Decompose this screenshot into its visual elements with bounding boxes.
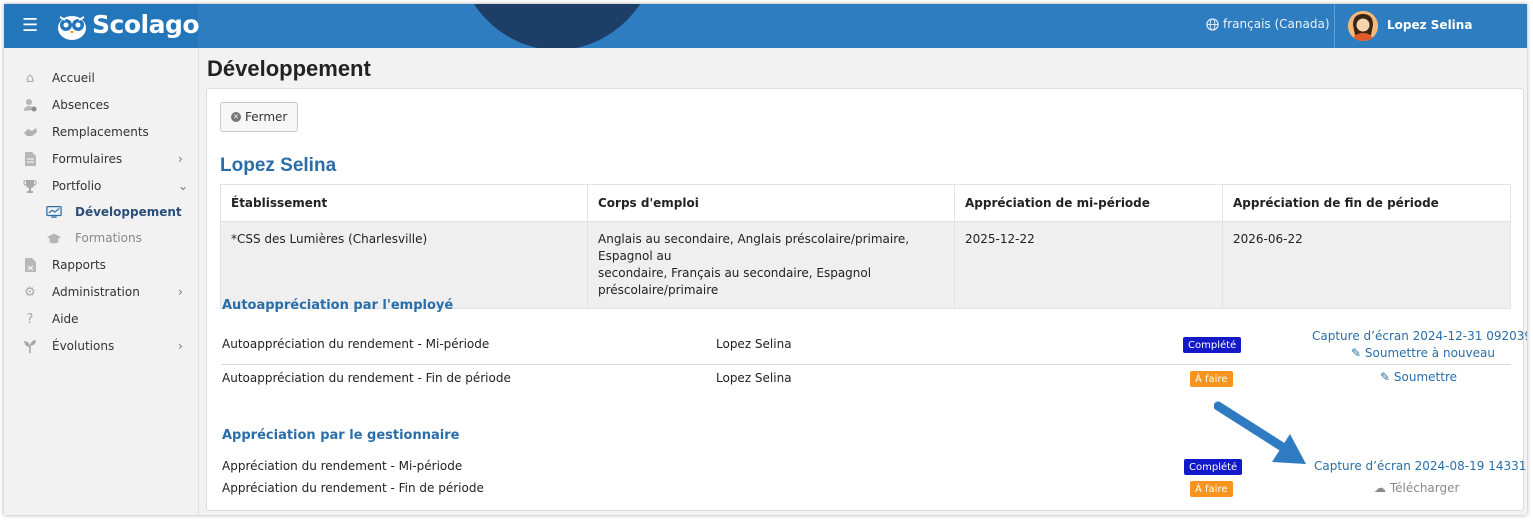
language-label: français (Canada) bbox=[1223, 17, 1330, 31]
sidebar-item-label: Administration bbox=[52, 285, 140, 299]
sidebar-item-label: Rapports bbox=[52, 258, 106, 272]
handshake-icon bbox=[22, 124, 38, 140]
appraisal-label: Appréciation du rendement - Mi-période bbox=[222, 459, 463, 473]
gear-icon: ⚙ bbox=[24, 284, 36, 300]
edit-icon: ✎ bbox=[1380, 370, 1391, 384]
resubmit-link[interactable]: ✎ Soumettre à nouveau bbox=[1351, 346, 1495, 360]
section-title-manager: Appréciation par le gestionnaire bbox=[222, 428, 460, 443]
sidebar-item-formations[interactable]: Formations bbox=[4, 225, 198, 251]
column-header: Appréciation de mi-période bbox=[954, 184, 1223, 222]
sidebar-item-label: Aide bbox=[52, 312, 79, 326]
status-badge: À faire bbox=[1190, 371, 1233, 387]
header-decoration bbox=[452, 4, 662, 48]
table-cell: *CSS des Lumières (Charlesville) bbox=[220, 221, 588, 309]
submit-label: Soumettre bbox=[1393, 370, 1457, 384]
user-avatar-icon bbox=[1348, 11, 1378, 41]
corps-line: secondaire, Français au secondaire, Espa… bbox=[598, 266, 872, 297]
page-title: Développement bbox=[207, 56, 371, 81]
sidebar-item-portfolio[interactable]: Portfolio ⌄ bbox=[4, 173, 198, 199]
sidebar-item-administration[interactable]: ⚙ Administration › bbox=[4, 279, 198, 305]
chevron-right-icon: › bbox=[178, 339, 183, 353]
sprout-icon bbox=[22, 338, 38, 354]
close-button-label: Fermer bbox=[245, 110, 288, 124]
sidebar-item-label: Portfolio bbox=[52, 179, 102, 193]
edit-icon: ✎ bbox=[1351, 346, 1362, 360]
chevron-right-icon: › bbox=[178, 152, 183, 166]
corps-line: Anglais au secondaire, Anglais préscolai… bbox=[598, 232, 910, 263]
list-item: Autoappréciation du rendement - Mi-pério… bbox=[222, 329, 1527, 360]
avatar[interactable] bbox=[1348, 11, 1378, 41]
hamburger-menu-icon[interactable]: ☰ bbox=[22, 17, 38, 35]
close-circle-icon: ✕ bbox=[231, 112, 241, 122]
question-icon: ? bbox=[26, 311, 34, 327]
download-link[interactable]: ☁ Télécharger bbox=[1374, 481, 1459, 495]
info-table: Établissement Corps d'emploi Appréciatio… bbox=[220, 184, 1511, 309]
appraisal-person: Lopez Selina bbox=[716, 337, 792, 351]
sidebar-item-label: Formations bbox=[75, 231, 142, 245]
chevron-right-icon: › bbox=[178, 285, 183, 299]
table-header-row: Établissement Corps d'emploi Appréciatio… bbox=[220, 184, 1511, 222]
cloud-download-icon: ☁ bbox=[1374, 481, 1386, 495]
document-icon bbox=[22, 151, 38, 167]
download-label: Télécharger bbox=[1389, 481, 1460, 495]
table-cell: 2025-12-22 bbox=[954, 221, 1223, 309]
trophy-icon bbox=[22, 178, 38, 194]
appraisal-person: Lopez Selina bbox=[716, 371, 792, 385]
header-separator bbox=[1334, 4, 1335, 48]
resubmit-label: Soumettre à nouveau bbox=[1364, 346, 1495, 360]
submit-link[interactable]: ✎ Soumettre bbox=[1380, 370, 1457, 384]
top-bar: ☰ Scolago français (Canada) Lopez Selina bbox=[4, 4, 1527, 48]
appraisal-label: Autoappréciation du rendement - Mi-pério… bbox=[222, 337, 490, 351]
user-name[interactable]: Lopez Selina bbox=[1387, 18, 1472, 32]
sidebar-item-accueil[interactable]: ⌂ Accueil bbox=[4, 65, 198, 91]
column-header: Corps d'emploi bbox=[587, 184, 955, 222]
sidebar-item-label: Remplacements bbox=[52, 125, 149, 139]
sidebar-item-remplacements[interactable]: Remplacements bbox=[4, 119, 198, 145]
sidebar-item-label: Évolutions bbox=[52, 339, 115, 353]
sidebar-item-label: Absences bbox=[52, 98, 110, 112]
list-item: Appréciation du rendement - Fin de pério… bbox=[222, 473, 1511, 503]
chevron-down-icon: ⌄ bbox=[178, 179, 189, 193]
table-cell: 2026-06-22 bbox=[1222, 221, 1511, 309]
home-icon: ⌂ bbox=[25, 70, 35, 86]
table-row: *CSS des Lumières (Charlesville) Anglais… bbox=[220, 221, 1511, 309]
sidebar-item-label: Développement bbox=[75, 205, 182, 219]
status-badge: Complété bbox=[1183, 337, 1242, 353]
sidebar-item-formulaires[interactable]: Formulaires › bbox=[4, 146, 198, 172]
list-item: Autoappréciation du rendement - Fin de p… bbox=[222, 363, 1511, 393]
sidebar-item-absences[interactable]: Absences bbox=[4, 92, 198, 118]
app-window: ☰ Scolago français (Canada) Lopez Selina… bbox=[4, 4, 1527, 515]
content-panel: ✕ Fermer Lopez Selina Établissement Corp… bbox=[206, 88, 1527, 511]
chart-screen-icon bbox=[46, 204, 62, 220]
appraisal-label: Appréciation du rendement - Fin de pério… bbox=[222, 481, 484, 495]
sidebar-item-developpement[interactable]: Développement bbox=[4, 199, 198, 225]
section-title-self: Autoappréciation par l'employé bbox=[222, 298, 454, 313]
sidebar: ⌂ Accueil Absences Remplacements Formula… bbox=[4, 48, 199, 515]
globe-icon bbox=[1206, 17, 1219, 31]
graduation-cap-icon bbox=[46, 230, 62, 246]
report-icon bbox=[22, 257, 38, 273]
sidebar-item-label: Formulaires bbox=[52, 152, 123, 166]
status-badge: À faire bbox=[1190, 481, 1233, 497]
annotation-arrow-icon bbox=[1214, 401, 1306, 464]
file-link[interactable]: Capture d’écran 2024-12-31 092039.png bbox=[1312, 329, 1527, 343]
sidebar-item-label: Accueil bbox=[52, 71, 95, 85]
sidebar-item-evolutions[interactable]: Évolutions › bbox=[4, 333, 198, 359]
close-button[interactable]: ✕ Fermer bbox=[220, 102, 299, 132]
sidebar-item-rapports[interactable]: Rapports bbox=[4, 252, 198, 278]
column-header: Appréciation de fin de période bbox=[1222, 184, 1511, 222]
file-link[interactable]: Capture d’écran 2024-08-19 143316.png bbox=[1314, 459, 1527, 473]
brand-name[interactable]: Scolago bbox=[92, 10, 200, 39]
table-cell: Anglais au secondaire, Anglais préscolai… bbox=[587, 221, 955, 309]
user-absence-icon bbox=[22, 97, 38, 113]
sidebar-item-aide[interactable]: ? Aide bbox=[4, 306, 198, 332]
appraisal-label: Autoappréciation du rendement - Fin de p… bbox=[222, 371, 511, 385]
language-selector[interactable]: français (Canada) bbox=[1206, 17, 1330, 31]
employee-name: Lopez Selina bbox=[220, 155, 337, 176]
owl-logo-icon bbox=[58, 16, 86, 40]
column-header: Établissement bbox=[220, 184, 588, 222]
